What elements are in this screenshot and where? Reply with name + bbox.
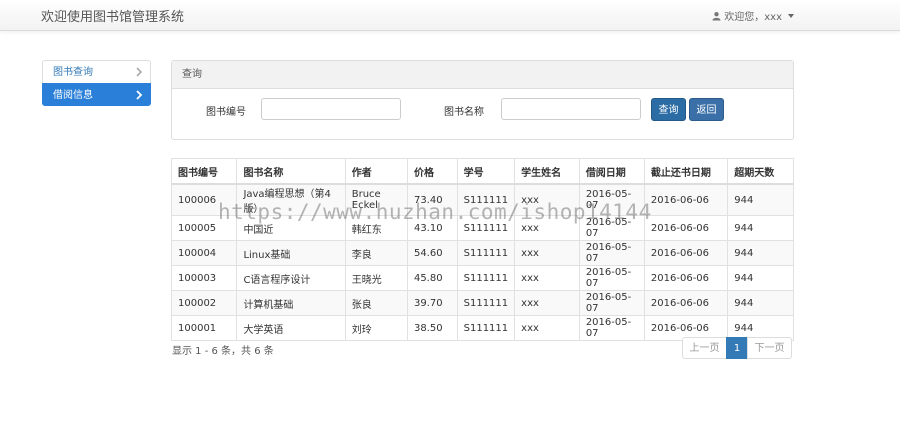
table-cell: 2016-06-06: [643, 183, 729, 216]
table-cell: 944: [727, 183, 794, 216]
table-cell: 2016-06-06: [643, 290, 729, 316]
table-cell: 2016-06-06: [643, 265, 729, 291]
table-cell: xxx: [514, 265, 580, 291]
pagination: 上一页 1 下一页: [682, 337, 792, 359]
column-header: 超期天数: [727, 158, 794, 185]
book-id-label: 图书编号: [206, 107, 246, 118]
table-cell: xxx: [514, 183, 580, 216]
table-cell: xxx: [514, 215, 580, 241]
table-cell: S111111: [456, 240, 516, 266]
query-panel: 查询 图书编号 图书名称 查询 返回: [171, 60, 794, 140]
table-cell: 944: [727, 265, 794, 291]
app-title: 欢迎使用图书馆管理系统: [41, 10, 185, 25]
table-cell: 2016-05-07: [578, 215, 645, 241]
table-cell: xxx: [514, 290, 580, 316]
back-button[interactable]: 返回: [689, 98, 724, 121]
sidebar-item-borrow-info[interactable]: 借阅信息: [42, 83, 151, 106]
table-cell: 944: [727, 215, 794, 241]
table-cell: Bruce Eckel: [344, 183, 408, 216]
table-cell: S111111: [456, 315, 516, 341]
table-cell: 王晓光: [344, 265, 408, 291]
table-cell: 2016-06-06: [643, 240, 729, 266]
table-cell: 54.60: [406, 240, 458, 266]
pagination-summary: 显示 1 - 6 条，共 6 条: [172, 346, 274, 357]
table-header-row: 图书编号 图书名称 作者 价格 学号 学生姓名 借阅日期 截止还书日期 超期天数: [170, 158, 794, 185]
column-header: 价格: [406, 158, 458, 185]
table-row: 100004 Linux基础 李良 54.60 S111111 xxx 2016…: [170, 240, 794, 266]
table-cell: S111111: [456, 265, 516, 291]
table-cell: 43.10: [406, 215, 458, 241]
table-cell: Java编程思想（第4版）: [236, 183, 346, 216]
borrow-table: 图书编号 图书名称 作者 价格 学号 学生姓名 借阅日期 截止还书日期 超期天数…: [170, 158, 794, 341]
table-cell: 100006: [170, 183, 238, 216]
column-header: 图书名称: [236, 158, 346, 185]
table-cell: 中国近: [236, 215, 346, 241]
table-cell: xxx: [514, 315, 580, 341]
sidebar: 图书查询 借阅信息: [42, 60, 151, 106]
column-header: 学生姓名: [514, 158, 580, 185]
user-menu[interactable]: 欢迎您，xxx: [712, 8, 794, 23]
table-cell: S111111: [456, 290, 516, 316]
table-cell: 100003: [170, 265, 238, 291]
table-cell: 100005: [170, 215, 238, 241]
table-cell: 100002: [170, 290, 238, 316]
caret-down-icon: [788, 13, 794, 18]
table-cell: xxx: [514, 240, 580, 266]
table-cell: 2016-05-07: [578, 290, 645, 316]
table-cell: 100001: [170, 315, 238, 341]
table-cell: C语言程序设计: [236, 265, 346, 291]
user-icon: [712, 11, 721, 20]
table-row: 100006 Java编程思想（第4版） Bruce Eckel 73.40 S…: [170, 183, 794, 216]
table-row: 100003 C语言程序设计 王晓光 45.80 S111111 xxx 201…: [170, 265, 794, 291]
chevron-right-icon: [136, 90, 143, 100]
table-cell: 张良: [344, 290, 408, 316]
table-cell: 李良: [344, 240, 408, 266]
next-page-button[interactable]: 下一页: [747, 337, 792, 359]
user-greeting: 欢迎您，xxx: [724, 12, 782, 23]
table-cell: Linux基础: [236, 240, 346, 266]
sidebar-item-label: 借阅信息: [53, 90, 93, 101]
table-cell: 39.70: [406, 290, 458, 316]
panel-title: 查询: [172, 61, 793, 89]
table-cell: 韩红东: [344, 215, 408, 241]
prev-page-button[interactable]: 上一页: [682, 337, 727, 359]
column-header: 截止还书日期: [643, 158, 729, 185]
table-cell: 944: [727, 240, 794, 266]
table-cell: 944: [727, 290, 794, 316]
chevron-right-icon: [136, 67, 143, 77]
book-name-label: 图书名称: [444, 107, 484, 118]
sidebar-item-label: 图书查询: [53, 67, 93, 78]
table-cell: 2016-05-07: [578, 240, 645, 266]
table-row: 100005 中国近 韩红东 43.10 S111111 xxx 2016-05…: [170, 215, 794, 241]
column-header: 借阅日期: [578, 158, 645, 185]
table-cell: 45.80: [406, 265, 458, 291]
column-header: 作者: [344, 158, 408, 185]
table-cell: 73.40: [406, 183, 458, 216]
table-cell: 38.50: [406, 315, 458, 341]
table-cell: S111111: [456, 215, 516, 241]
search-button[interactable]: 查询: [651, 98, 686, 121]
table-cell: 2016-05-07: [578, 265, 645, 291]
table-cell: 计算机基础: [236, 290, 346, 316]
table-cell: 2016-06-06: [643, 215, 729, 241]
table-cell: 100004: [170, 240, 238, 266]
table-cell: 2016-05-07: [578, 183, 645, 216]
column-header: 学号: [456, 158, 516, 185]
table-cell: S111111: [456, 183, 516, 216]
table-row: 100002 计算机基础 张良 39.70 S111111 xxx 2016-0…: [170, 290, 794, 316]
sidebar-item-book-query[interactable]: 图书查询: [42, 60, 151, 83]
book-id-input[interactable]: [261, 98, 401, 120]
column-header: 图书编号: [170, 158, 238, 185]
page-1-button[interactable]: 1: [726, 337, 748, 359]
table-cell: 2016-05-07: [578, 315, 645, 341]
book-name-input[interactable]: [501, 98, 641, 120]
table-cell: 刘玲: [344, 315, 408, 341]
table-cell: 大学英语: [236, 315, 346, 341]
top-navbar: 欢迎使用图书馆管理系统 欢迎您，xxx: [0, 0, 900, 31]
